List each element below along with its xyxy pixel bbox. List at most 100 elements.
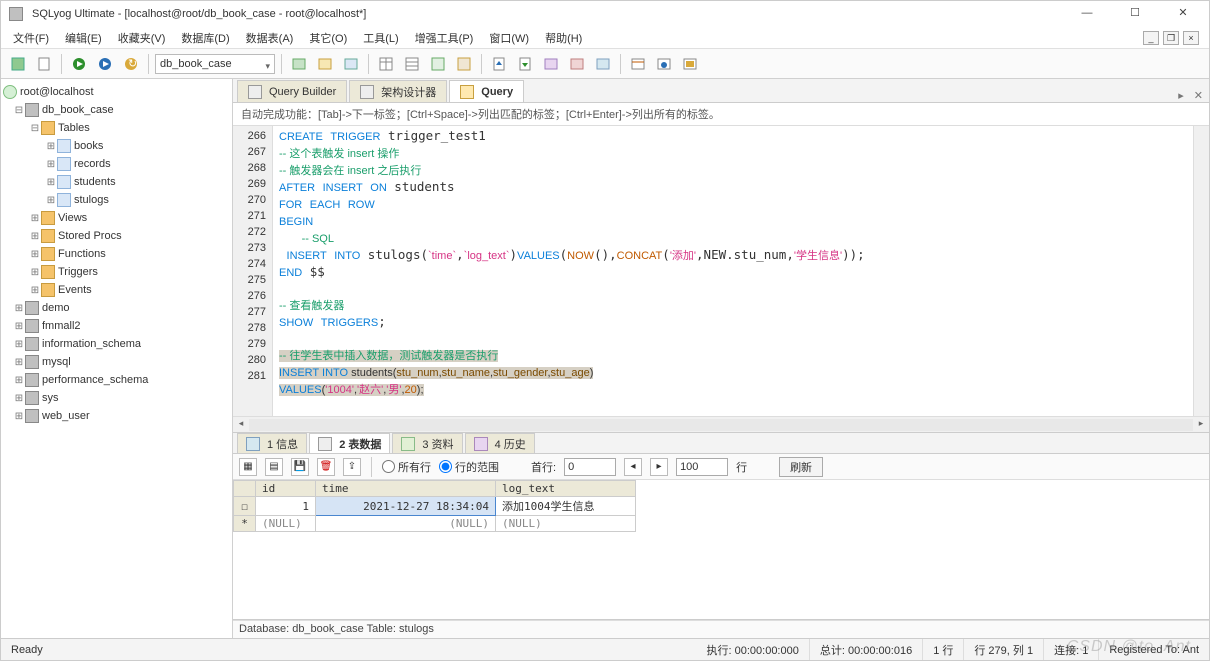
expand-icon[interactable]: ⊞: [29, 267, 41, 278]
tab-info[interactable]: 1 信息: [237, 433, 307, 453]
menu-favorites[interactable]: 收藏夹(V): [112, 28, 172, 48]
tree-root[interactable]: root@localhost: [20, 86, 94, 98]
expand-icon[interactable]: ⊞: [29, 213, 41, 224]
export-icon-4[interactable]: [566, 53, 588, 75]
radio-all-rows[interactable]: 所有行: [382, 459, 431, 475]
export-icon-2[interactable]: [514, 53, 536, 75]
code-area[interactable]: CREATE TRIGGER trigger_test1 -- 这个表触发 in…: [273, 126, 1193, 416]
tab-close-button[interactable]: ✕: [1194, 89, 1203, 102]
menu-other[interactable]: 其它(O): [303, 28, 353, 48]
cell-id[interactable]: 1: [256, 497, 316, 516]
tree-tables[interactable]: Tables: [58, 122, 90, 134]
database-combo[interactable]: db_book_case: [155, 54, 275, 74]
refresh-icon[interactable]: ↻: [120, 53, 142, 75]
cell-log-null[interactable]: (NULL): [496, 516, 636, 532]
expand-icon[interactable]: ⊞: [13, 357, 25, 368]
collapse-icon[interactable]: ⊟: [29, 123, 41, 134]
scroll-left-icon[interactable]: ◂: [233, 418, 249, 432]
tree-db-mysql[interactable]: mysql: [42, 356, 71, 368]
grid-icon-3[interactable]: [427, 53, 449, 75]
object-tree[interactable]: root@localhost ⊟db_book_case ⊟Tables ⊞bo…: [1, 79, 233, 638]
menu-file[interactable]: 文件(F): [7, 28, 55, 48]
tree-table-stulogs[interactable]: stulogs: [74, 194, 109, 206]
form-view-icon[interactable]: ▤: [265, 458, 283, 476]
new-connection-icon[interactable]: [7, 53, 29, 75]
mdi-close[interactable]: ×: [1183, 31, 1199, 45]
cell-time-null[interactable]: (NULL): [316, 516, 496, 532]
tree-table-books[interactable]: books: [74, 140, 103, 152]
save-icon[interactable]: 💾: [291, 458, 309, 476]
next-page-icon[interactable]: ▸: [650, 458, 668, 476]
expand-icon[interactable]: ⊞: [45, 195, 57, 206]
menu-window[interactable]: 窗口(W): [483, 28, 535, 48]
tree-db-webuser[interactable]: web_user: [42, 410, 90, 422]
grid-icon-1[interactable]: [375, 53, 397, 75]
sched-icon-1[interactable]: [627, 53, 649, 75]
menu-powertools[interactable]: 增强工具(P): [409, 28, 480, 48]
grid-icon-2[interactable]: [401, 53, 423, 75]
grid-icon-4[interactable]: [453, 53, 475, 75]
col-id[interactable]: id: [256, 481, 316, 497]
tree-procs[interactable]: Stored Procs: [58, 230, 122, 242]
tab-table-data[interactable]: 2 表数据: [309, 433, 390, 453]
menu-help[interactable]: 帮助(H): [539, 28, 588, 48]
expand-icon[interactable]: ⊞: [45, 177, 57, 188]
horizontal-scrollbar[interactable]: ◂ ▸: [233, 416, 1209, 432]
expand-icon[interactable]: ⊞: [13, 393, 25, 404]
tool-icon-2[interactable]: [314, 53, 336, 75]
export-icon-5[interactable]: [592, 53, 614, 75]
tree-views[interactable]: Views: [58, 212, 87, 224]
expand-icon[interactable]: ⊞: [29, 285, 41, 296]
row-count-input[interactable]: [676, 458, 728, 476]
table-row-new[interactable]: * (NULL) (NULL) (NULL): [234, 516, 636, 532]
sched-icon-3[interactable]: [679, 53, 701, 75]
cell-id-null[interactable]: (NULL): [256, 516, 316, 532]
mdi-restore[interactable]: ❐: [1163, 31, 1179, 45]
expand-icon[interactable]: ⊞: [45, 159, 57, 170]
expand-icon[interactable]: ⊞: [13, 303, 25, 314]
export-icon-3[interactable]: [540, 53, 562, 75]
tab-query[interactable]: Query: [449, 80, 524, 102]
tree-db-infoschema[interactable]: information_schema: [42, 338, 141, 350]
expand-icon[interactable]: ⊞: [29, 231, 41, 242]
export-icon[interactable]: ⇪: [343, 458, 361, 476]
menu-table[interactable]: 数据表(A): [240, 28, 300, 48]
tree-table-students[interactable]: students: [74, 176, 116, 188]
tab-history[interactable]: 4 历史: [465, 433, 535, 453]
prev-page-icon[interactable]: ◂: [624, 458, 642, 476]
first-row-input[interactable]: [564, 458, 616, 476]
tree-db-fmmall2[interactable]: fmmall2: [42, 320, 81, 332]
collapse-icon[interactable]: ⊟: [13, 105, 25, 116]
radio-row-range[interactable]: 行的范围: [439, 459, 499, 475]
tree-events[interactable]: Events: [58, 284, 92, 296]
expand-icon[interactable]: ⊞: [29, 249, 41, 260]
menu-tools[interactable]: 工具(L): [357, 28, 404, 48]
expand-icon[interactable]: ⊞: [45, 141, 57, 152]
col-time[interactable]: time: [316, 481, 496, 497]
result-grid[interactable]: id time log_text ☐ 1 2021-12-27 18:34:04…: [233, 480, 1209, 620]
scroll-right-icon[interactable]: ▸: [1193, 418, 1209, 432]
cell-log[interactable]: 添加1004学生信息: [496, 497, 636, 516]
sched-icon-2[interactable]: [653, 53, 675, 75]
row-checkbox[interactable]: ☐: [234, 497, 256, 516]
mdi-minimize[interactable]: _: [1143, 31, 1159, 45]
menu-edit[interactable]: 编辑(E): [59, 28, 108, 48]
col-log[interactable]: log_text: [496, 481, 636, 497]
refresh-button[interactable]: 刷新: [779, 457, 823, 477]
export-icon-1[interactable]: [488, 53, 510, 75]
new-query-icon[interactable]: [33, 53, 55, 75]
tab-profile[interactable]: 3 资料: [392, 433, 462, 453]
minimize-button[interactable]: —: [1069, 4, 1105, 24]
grid-view-icon[interactable]: ▦: [239, 458, 257, 476]
menu-database[interactable]: 数据库(D): [175, 28, 235, 48]
execute-icon[interactable]: [68, 53, 90, 75]
tree-table-records[interactable]: records: [74, 158, 111, 170]
expand-icon[interactable]: ⊞: [13, 411, 25, 422]
execute-all-icon[interactable]: [94, 53, 116, 75]
expand-icon[interactable]: ⊞: [13, 375, 25, 386]
corner-header[interactable]: [234, 481, 256, 497]
sql-editor[interactable]: 2662672682692702712722732742752762772782…: [233, 126, 1209, 416]
tab-list-button[interactable]: ▸: [1178, 89, 1184, 102]
tree-db-sys[interactable]: sys: [42, 392, 59, 404]
row-new-marker[interactable]: *: [234, 516, 256, 532]
